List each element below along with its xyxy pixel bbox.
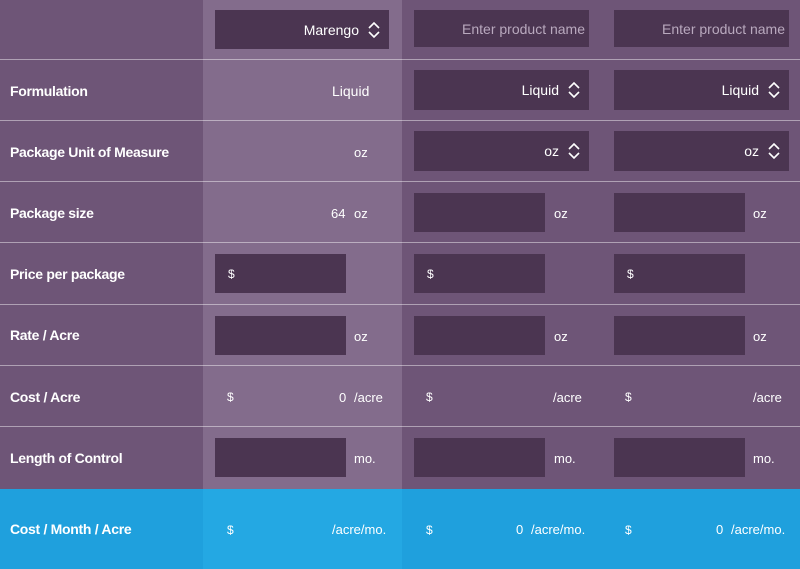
- product-select-1[interactable]: Marengo: [215, 10, 389, 49]
- size-input-2[interactable]: [414, 193, 545, 232]
- size-unit-3: oz: [753, 206, 767, 221]
- formulation-value-1: Liquid: [332, 83, 370, 99]
- cost-month-currency-2: $: [426, 523, 433, 537]
- row-divider: [0, 365, 800, 366]
- unit-select-2[interactable]: oz: [414, 131, 589, 171]
- cost-month-value-3: 0: [716, 522, 724, 537]
- size-unit-2: oz: [554, 206, 568, 221]
- cost-month-label: Cost / Month / Acre: [10, 521, 132, 537]
- price-currency-2: $: [427, 266, 434, 281]
- price-input-1[interactable]: $: [215, 254, 346, 293]
- chevron-up-down-icon: [768, 81, 780, 99]
- price-currency-1: $: [228, 266, 235, 281]
- price-input-2[interactable]: $: [414, 254, 545, 293]
- cost-acre-currency-2: $: [426, 390, 433, 404]
- rate-input-2[interactable]: [414, 316, 545, 355]
- product-name-placeholder-3: Enter product name: [662, 20, 785, 37]
- cost-acre-unit-3: /acre: [753, 390, 782, 405]
- cost-acre-value-1: 0: [339, 390, 347, 405]
- unit-select-3[interactable]: oz: [614, 131, 789, 171]
- rate-input-1[interactable]: [215, 316, 346, 355]
- chevron-up-down-icon: [568, 142, 580, 160]
- size-label: Package size: [10, 205, 94, 221]
- cost-month-currency-3: $: [625, 523, 632, 537]
- product-select-1-value: Marengo: [303, 21, 359, 38]
- cost-month-unit-2: /acre/mo.: [531, 522, 586, 537]
- cost-month-unit-3: /acre/mo.: [731, 522, 786, 537]
- product-name-placeholder-2: Enter product name: [462, 20, 585, 37]
- rate-unit-3: oz: [753, 329, 767, 344]
- formulation-select-3-value: Liquid: [721, 82, 759, 98]
- chevron-up-down-icon: [368, 21, 380, 38]
- length-label: Length of Control: [10, 450, 123, 466]
- row-divider: [0, 120, 800, 121]
- rate-unit-1: oz: [354, 329, 368, 344]
- cost-acre-label: Cost / Acre: [10, 389, 81, 405]
- rate-input-3[interactable]: [614, 316, 745, 355]
- cost-month-value-2: 0: [516, 522, 524, 537]
- size-value-1: 64: [331, 206, 346, 221]
- formulation-select-3[interactable]: Liquid: [614, 70, 789, 110]
- chevron-up-down-icon: [568, 81, 580, 99]
- row-divider: [0, 304, 800, 305]
- product-name-input-2[interactable]: Enter product name: [414, 10, 589, 47]
- price-label: Price per package: [10, 266, 125, 282]
- unit-value-1: oz: [354, 145, 368, 160]
- price-currency-3: $: [627, 266, 634, 281]
- length-unit-3: mo.: [753, 451, 775, 466]
- unit-select-3-value: oz: [744, 143, 759, 159]
- rate-unit-2: oz: [554, 329, 568, 344]
- cost-acre-currency-1: $: [227, 390, 234, 404]
- length-input-1[interactable]: [215, 438, 346, 477]
- chevron-up-down-icon: [768, 142, 780, 160]
- unit-label: Package Unit of Measure: [10, 144, 169, 160]
- formulation-label: Formulation: [10, 83, 88, 99]
- cost-acre-unit-2: /acre: [553, 390, 582, 405]
- size-input-3[interactable]: [614, 193, 745, 232]
- length-input-2[interactable]: [414, 438, 545, 477]
- formulation-select-2[interactable]: Liquid: [414, 70, 589, 110]
- length-unit-2: mo.: [554, 451, 576, 466]
- comparison-grid: Marengo Enter product name Enter product…: [0, 0, 800, 569]
- row-divider: [0, 242, 800, 243]
- unit-select-2-value: oz: [544, 143, 559, 159]
- row-divider: [0, 426, 800, 427]
- cost-month-currency-1: $: [227, 523, 234, 537]
- row-divider: [0, 181, 800, 182]
- rate-label: Rate / Acre: [10, 327, 80, 343]
- size-unit-1: oz: [354, 206, 368, 221]
- cost-acre-unit-1: /acre: [354, 390, 383, 405]
- cost-acre-currency-3: $: [625, 390, 632, 404]
- cost-month-unit-1: /acre/mo.: [332, 522, 387, 537]
- formulation-select-2-value: Liquid: [521, 82, 559, 98]
- price-input-3[interactable]: $: [614, 254, 745, 293]
- product-name-input-3[interactable]: Enter product name: [614, 10, 789, 47]
- length-input-3[interactable]: [614, 438, 745, 477]
- row-divider: [0, 59, 800, 60]
- length-unit-1: mo.: [354, 451, 376, 466]
